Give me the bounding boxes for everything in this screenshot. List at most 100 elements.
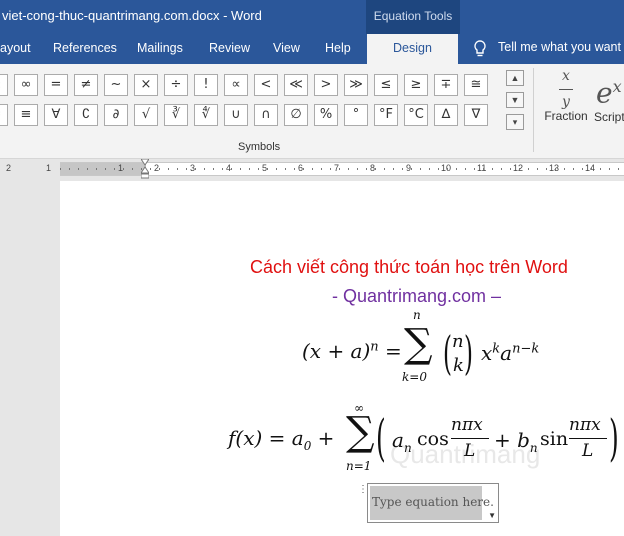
window-title: viet-cong-thuc-quantrimang.com.docx - Wo… bbox=[2, 8, 262, 23]
symbol-button[interactable]: ≫ bbox=[344, 74, 368, 96]
ruler-tick bbox=[492, 168, 493, 170]
ruler-number: 10 bbox=[441, 163, 452, 173]
symbol-button[interactable]: ∂ bbox=[104, 104, 128, 126]
ruler-tick bbox=[357, 168, 358, 170]
symbol-button[interactable]: ∇ bbox=[464, 104, 488, 126]
equation-placeholder-box[interactable]: ⋮ Type equation here. ▼ bbox=[358, 483, 499, 523]
symbols-group-label: Symbols bbox=[238, 141, 281, 153]
ruler-tick bbox=[159, 168, 160, 170]
symbols-more-button[interactable]: ▾ bbox=[506, 114, 524, 130]
symbol-button[interactable]: ≡ bbox=[14, 104, 38, 126]
symbol-button[interactable]: °F bbox=[374, 104, 398, 126]
symbols-scroll-down-button[interactable]: ▼ bbox=[506, 92, 524, 108]
ruler-tick bbox=[582, 168, 583, 170]
indent-marker-icon[interactable] bbox=[140, 158, 150, 179]
symbol-button[interactable]: ÷ bbox=[164, 74, 188, 96]
tab-view[interactable]: View bbox=[273, 41, 300, 55]
script-label: Script bbox=[594, 110, 624, 125]
ruler-tick bbox=[186, 168, 187, 170]
ruler-tick bbox=[276, 168, 277, 170]
symbol-button[interactable]: ≪ bbox=[284, 74, 308, 96]
symbol-button[interactable]: ∀ bbox=[44, 104, 68, 126]
ruler-tick bbox=[474, 168, 475, 170]
document-page[interactable]: Quantrimang Cách viết công thức toán học… bbox=[60, 181, 624, 536]
ruler-tick bbox=[231, 168, 232, 170]
ruler-tick bbox=[78, 168, 79, 170]
symbol-button[interactable]: < bbox=[254, 74, 278, 96]
binomial-equation[interactable]: (x + a)n = n ∑ k=0 ( n k ) xkan−k bbox=[300, 308, 560, 396]
ruler-tick bbox=[402, 168, 403, 170]
ruler-tick bbox=[285, 168, 286, 170]
ruler-tick bbox=[600, 168, 601, 170]
symbol-button[interactable]: ≅ bbox=[464, 74, 488, 96]
ruler-tick bbox=[177, 168, 178, 170]
ruler-tick bbox=[411, 168, 412, 170]
symbol-button[interactable]: ∓ bbox=[434, 74, 458, 96]
ruler-number: 11 bbox=[477, 163, 487, 173]
tab-layout[interactable]: ayout bbox=[0, 41, 31, 55]
symbol-button[interactable]: ° bbox=[344, 104, 368, 126]
ruler-margin bbox=[60, 163, 146, 175]
tab-mailings[interactable]: Mailings bbox=[137, 41, 183, 55]
ruler-tick bbox=[420, 168, 421, 170]
symbols-scroll-up-button[interactable]: ▲ bbox=[506, 70, 524, 86]
ruler-tick bbox=[591, 168, 592, 170]
tab-review[interactable]: Review bbox=[209, 41, 250, 55]
symbol-button[interactable]: ∆ bbox=[434, 104, 458, 126]
symbol-button[interactable]: ≈ bbox=[0, 104, 8, 126]
ruler-tick bbox=[105, 168, 106, 170]
tab-design[interactable]: Design bbox=[367, 34, 458, 64]
ruler-number: 1 bbox=[46, 163, 52, 173]
symbol-button[interactable]: ≤ bbox=[374, 74, 398, 96]
ruler-tick bbox=[573, 168, 574, 170]
symbol-button[interactable]: ∅ bbox=[284, 104, 308, 126]
ruler-tick bbox=[564, 168, 565, 170]
ruler-tick bbox=[618, 168, 619, 170]
symbol-button[interactable]: ∁ bbox=[74, 104, 98, 126]
fraction-label: Fraction bbox=[544, 109, 588, 123]
fraction-button[interactable]: x y Fraction bbox=[541, 69, 591, 123]
symbol-button[interactable]: ! bbox=[194, 74, 218, 96]
symbol-button[interactable]: ∩ bbox=[254, 104, 278, 126]
ruler-number: 14 bbox=[585, 163, 596, 173]
symbol-button[interactable]: ∜ bbox=[194, 104, 218, 126]
ruler-tick bbox=[366, 168, 367, 170]
symbol-button[interactable]: ≠ bbox=[74, 74, 98, 96]
symbol-button[interactable]: > bbox=[314, 74, 338, 96]
document-heading: Cách viết công thức toán học trên Word bbox=[250, 257, 568, 277]
tab-help[interactable]: Help bbox=[325, 41, 351, 55]
ruler-tick bbox=[267, 168, 268, 170]
symbol-button[interactable]: = bbox=[44, 74, 68, 96]
tab-references[interactable]: References bbox=[53, 41, 117, 55]
equation-options-dropdown-icon[interactable]: ▼ bbox=[488, 511, 496, 520]
symbol-button[interactable]: ∛ bbox=[164, 104, 188, 126]
ruler-tick bbox=[168, 168, 169, 170]
symbol-button[interactable]: ≥ bbox=[404, 74, 428, 96]
tell-me-search[interactable]: Tell me what you want t bbox=[498, 40, 624, 54]
ruler-tick bbox=[204, 168, 205, 170]
symbol-button[interactable]: ∝ bbox=[224, 74, 248, 96]
ruler-tick bbox=[546, 168, 547, 170]
ruler-tick bbox=[447, 168, 448, 170]
equation-drag-handle-icon[interactable]: ⋮ bbox=[358, 484, 368, 498]
symbol-button[interactable]: ~ bbox=[104, 74, 128, 96]
ribbon-group-divider bbox=[533, 68, 534, 152]
symbol-button[interactable]: × bbox=[134, 74, 158, 96]
symbol-button[interactable]: ∪ bbox=[224, 104, 248, 126]
symbol-button[interactable]: °C bbox=[404, 104, 428, 126]
symbol-button[interactable]: ∞ bbox=[14, 74, 38, 96]
ruler-area: 2 1 1 2 3 4 5 6 7 8 9 10 11 12 13 14 bbox=[0, 158, 624, 181]
fourier-series-equation[interactable]: f(x) = a0 + ∞ ∑ n=1 ( an cos nπx L + bn … bbox=[226, 399, 624, 479]
ruler-tick bbox=[501, 168, 502, 170]
ruler-tick bbox=[249, 168, 250, 170]
ruler-number: 13 bbox=[549, 163, 560, 173]
symbol-button[interactable]: % bbox=[314, 104, 338, 126]
equation-input[interactable]: Type equation here. bbox=[370, 486, 494, 520]
ruler-tick bbox=[537, 168, 538, 170]
symbol-button[interactable]: ± bbox=[0, 74, 8, 96]
script-button[interactable]: ex Script bbox=[594, 70, 624, 124]
ruler-number: 2 bbox=[6, 163, 12, 173]
ruler-tick bbox=[528, 168, 529, 170]
symbol-button[interactable]: √ bbox=[134, 104, 158, 126]
ruler-tick bbox=[258, 168, 259, 170]
